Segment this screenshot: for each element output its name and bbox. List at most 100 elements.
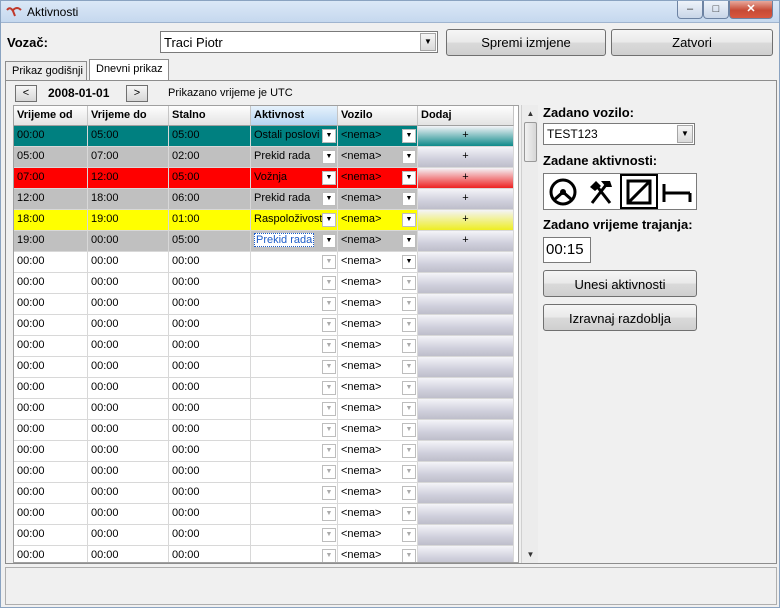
col-header-duration[interactable]: Stalno bbox=[169, 106, 251, 126]
table-row[interactable]: 07:00 12:00 05:00 Vožnja ▼ <nema> ▼ + bbox=[14, 168, 514, 189]
table-row[interactable]: 00:00 00:00 00:00 ▼ <nema> ▼ bbox=[14, 378, 514, 399]
cell-activity[interactable]: Vožnja ▼ bbox=[251, 168, 338, 189]
cell-activity[interactable]: ▼ bbox=[251, 336, 338, 357]
table-row[interactable]: 00:00 00:00 00:00 ▼ <nema> ▼ bbox=[14, 420, 514, 441]
tab-yearly-view[interactable]: Prikaz godišnji bbox=[5, 61, 87, 80]
cell-activity[interactable]: Prekid rada ▼ bbox=[251, 189, 338, 210]
chevron-down-icon[interactable]: ▼ bbox=[322, 360, 336, 374]
chevron-down-icon[interactable]: ▼ bbox=[322, 486, 336, 500]
chevron-down-icon[interactable]: ▼ bbox=[322, 213, 336, 227]
cell-vehicle[interactable]: <nema> ▼ bbox=[338, 252, 418, 273]
add-row-button[interactable] bbox=[418, 273, 514, 294]
add-row-button[interactable]: + bbox=[418, 210, 514, 231]
scroll-down-icon[interactable]: ▼ bbox=[522, 546, 539, 563]
chevron-down-icon[interactable]: ▼ bbox=[402, 318, 416, 332]
add-row-button[interactable]: + bbox=[418, 189, 514, 210]
cell-activity[interactable]: ▼ bbox=[251, 273, 338, 294]
cell-activity[interactable]: ▼ bbox=[251, 315, 338, 336]
add-row-button[interactable] bbox=[418, 252, 514, 273]
chevron-down-icon[interactable]: ▼ bbox=[322, 528, 336, 542]
chevron-down-icon[interactable]: ▼ bbox=[322, 423, 336, 437]
align-periods-button[interactable]: Izravnaj razdoblja bbox=[543, 304, 697, 331]
add-row-button[interactable] bbox=[418, 420, 514, 441]
cell-vehicle[interactable]: <nema> ▼ bbox=[338, 147, 418, 168]
chevron-down-icon[interactable]: ▼ bbox=[402, 255, 416, 269]
add-row-button[interactable] bbox=[418, 399, 514, 420]
enter-activities-button[interactable]: Unesi aktivnosti bbox=[543, 270, 697, 297]
cell-activity[interactable]: ▼ bbox=[251, 441, 338, 462]
table-row[interactable]: 12:00 18:00 06:00 Prekid rada ▼ <nema> ▼ + bbox=[14, 189, 514, 210]
chevron-down-icon[interactable]: ▼ bbox=[402, 381, 416, 395]
chevron-down-icon[interactable]: ▼ bbox=[322, 255, 336, 269]
table-row[interactable]: 00:00 00:00 00:00 ▼ <nema> ▼ bbox=[14, 252, 514, 273]
add-row-button[interactable] bbox=[418, 504, 514, 525]
cell-vehicle[interactable]: <nema> ▼ bbox=[338, 231, 418, 252]
cell-vehicle[interactable]: <nema> ▼ bbox=[338, 525, 418, 546]
chevron-down-icon[interactable]: ▼ bbox=[402, 234, 416, 248]
next-day-button[interactable]: > bbox=[126, 85, 148, 102]
table-row[interactable]: 18:00 19:00 01:00 Raspoloživost ▼ <nema> ▼ + bbox=[14, 210, 514, 231]
chevron-down-icon[interactable]: ▼ bbox=[322, 129, 336, 143]
table-row[interactable]: 00:00 00:00 00:00 ▼ <nema> ▼ bbox=[14, 462, 514, 483]
chevron-down-icon[interactable]: ▼ bbox=[402, 402, 416, 416]
cell-activity[interactable]: ▼ bbox=[251, 483, 338, 504]
chevron-down-icon[interactable]: ▼ bbox=[402, 528, 416, 542]
chevron-down-icon[interactable]: ▼ bbox=[402, 129, 416, 143]
chevron-down-icon[interactable]: ▼ bbox=[402, 192, 416, 206]
table-row[interactable]: 00:00 00:00 00:00 ▼ <nema> ▼ bbox=[14, 525, 514, 546]
add-row-button[interactable]: + bbox=[418, 147, 514, 168]
add-row-button[interactable] bbox=[418, 294, 514, 315]
close-window-button[interactable]: ✕ bbox=[729, 1, 773, 19]
save-changes-button[interactable]: Spremi izmjene bbox=[446, 29, 606, 56]
chevron-down-icon[interactable]: ▼ bbox=[402, 486, 416, 500]
table-row[interactable]: 00:00 00:00 00:00 ▼ <nema> ▼ bbox=[14, 294, 514, 315]
chevron-down-icon[interactable]: ▼ bbox=[322, 192, 336, 206]
cell-vehicle[interactable]: <nema> ▼ bbox=[338, 273, 418, 294]
add-row-button[interactable] bbox=[418, 546, 514, 562]
hammers-icon[interactable] bbox=[582, 174, 620, 209]
title-bar[interactable]: Aktivnosti – □ ✕ bbox=[1, 1, 779, 23]
cell-vehicle[interactable]: <nema> ▼ bbox=[338, 483, 418, 504]
table-row[interactable]: 00:00 00:00 00:00 ▼ <nema> ▼ bbox=[14, 546, 514, 562]
chevron-down-icon[interactable]: ▼ bbox=[322, 318, 336, 332]
chevron-down-icon[interactable]: ▼ bbox=[322, 402, 336, 416]
cell-vehicle[interactable]: <nema> ▼ bbox=[338, 399, 418, 420]
add-row-button[interactable] bbox=[418, 315, 514, 336]
grid-scrollbar[interactable]: ▲ ▼ bbox=[521, 105, 538, 563]
cell-activity[interactable]: ▼ bbox=[251, 420, 338, 441]
chevron-down-icon[interactable]: ▼ bbox=[322, 276, 336, 290]
cell-activity[interactable]: ▼ bbox=[251, 462, 338, 483]
chevron-down-icon[interactable]: ▼ bbox=[402, 507, 416, 521]
scroll-thumb[interactable] bbox=[524, 122, 537, 162]
driver-select[interactable]: Traci Piotr ▼ bbox=[160, 31, 438, 53]
table-row[interactable]: 00:00 00:00 00:00 ▼ <nema> ▼ bbox=[14, 336, 514, 357]
default-duration-input[interactable]: 00:15 bbox=[543, 237, 591, 263]
cell-vehicle[interactable]: <nema> ▼ bbox=[338, 210, 418, 231]
cell-vehicle[interactable]: <nema> ▼ bbox=[338, 126, 418, 147]
chevron-down-icon[interactable]: ▼ bbox=[322, 549, 336, 562]
cell-activity[interactable]: ▼ bbox=[251, 546, 338, 562]
chevron-down-icon[interactable]: ▼ bbox=[322, 150, 336, 164]
cell-vehicle[interactable]: <nema> ▼ bbox=[338, 357, 418, 378]
prev-day-button[interactable]: < bbox=[15, 85, 37, 102]
default-vehicle-select[interactable]: TEST123 ▼ bbox=[543, 123, 695, 145]
col-header-add[interactable]: Dodaj bbox=[418, 106, 514, 126]
bed-rest-icon[interactable] bbox=[658, 174, 696, 209]
chevron-down-icon[interactable]: ▼ bbox=[402, 360, 416, 374]
cell-activity[interactable]: Ostali poslovi ▼ bbox=[251, 126, 338, 147]
chevron-down-icon[interactable]: ▼ bbox=[322, 339, 336, 353]
cell-activity[interactable]: ▼ bbox=[251, 378, 338, 399]
col-header-activity[interactable]: Aktivnost bbox=[251, 106, 338, 126]
table-row[interactable]: 00:00 00:00 00:00 ▼ <nema> ▼ bbox=[14, 315, 514, 336]
add-row-button[interactable] bbox=[418, 357, 514, 378]
chevron-down-icon[interactable]: ▼ bbox=[420, 33, 436, 51]
table-row[interactable]: 00:00 00:00 00:00 ▼ <nema> ▼ bbox=[14, 504, 514, 525]
cell-activity[interactable]: ▼ bbox=[251, 399, 338, 420]
chevron-down-icon[interactable]: ▼ bbox=[402, 444, 416, 458]
add-row-button[interactable]: + bbox=[418, 126, 514, 147]
add-row-button[interactable] bbox=[418, 336, 514, 357]
cell-vehicle[interactable]: <nema> ▼ bbox=[338, 294, 418, 315]
chevron-down-icon[interactable]: ▼ bbox=[322, 507, 336, 521]
table-row[interactable]: 00:00 00:00 00:00 ▼ <nema> ▼ bbox=[14, 357, 514, 378]
chevron-down-icon[interactable]: ▼ bbox=[322, 444, 336, 458]
